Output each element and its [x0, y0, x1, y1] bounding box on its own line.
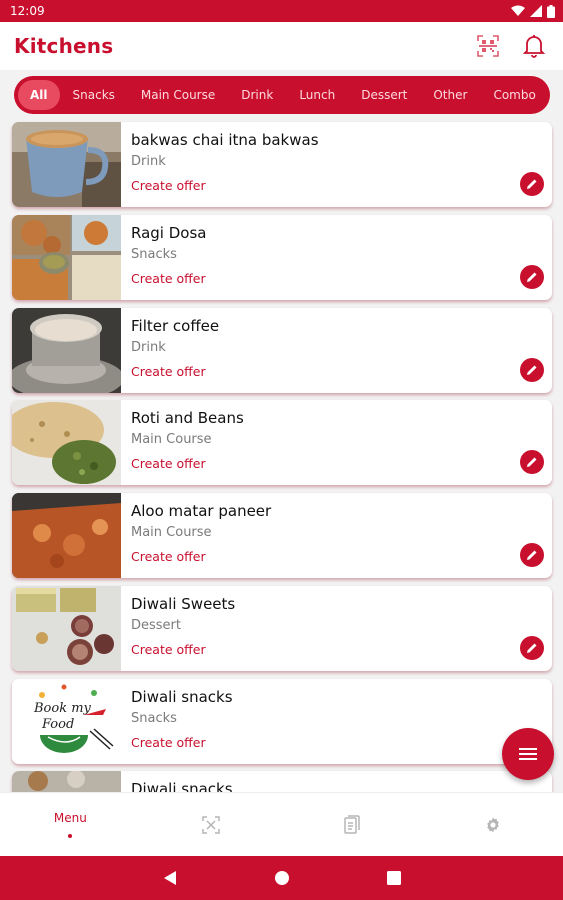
food-image — [12, 308, 121, 393]
item-category: Main Course — [131, 525, 212, 540]
recents-icon — [386, 871, 401, 885]
item-name: Diwali Sweets — [131, 595, 236, 613]
nav-item-settings[interactable] — [422, 793, 563, 856]
pencil-icon — [527, 179, 537, 189]
create-offer-link[interactable]: Create offer — [131, 456, 206, 471]
menu-item-card[interactable]: Filter coffee Drink Create offer — [12, 308, 552, 393]
qr-scan-button[interactable] — [473, 31, 503, 61]
menu-item-card[interactable]: Aloo matar paneer Main Course Create off… — [12, 493, 552, 578]
status-bar: 12:09 — [0, 0, 563, 22]
pencil-icon — [527, 457, 537, 467]
svg-text:Food: Food — [41, 717, 74, 732]
item-name: Filter coffee — [131, 317, 220, 335]
category-chip-dessert[interactable]: Dessert — [348, 80, 420, 110]
food-image — [12, 215, 121, 300]
back-icon — [163, 871, 176, 885]
item-name: Diwali snacks — [131, 688, 233, 706]
svg-text:Book my: Book my — [33, 701, 92, 716]
create-offer-link[interactable]: Create offer — [131, 271, 206, 286]
home-button[interactable] — [270, 866, 294, 890]
category-chip-snacks[interactable]: Snacks — [60, 80, 128, 110]
recents-button[interactable] — [382, 866, 406, 890]
edit-item-button[interactable] — [520, 358, 544, 382]
nav-item-scan[interactable] — [141, 793, 282, 856]
edit-item-button[interactable] — [520, 543, 544, 567]
page-title: Kitchens — [14, 34, 114, 58]
item-name: bakwas chai itna bakwas — [131, 131, 319, 149]
edit-item-button[interactable] — [520, 450, 544, 474]
book-my-food-logo: Book my Food — [12, 679, 121, 764]
bell-icon — [522, 35, 546, 58]
status-icons — [511, 4, 555, 18]
signal-icon — [530, 5, 542, 17]
item-name: Ragi Dosa — [131, 224, 207, 242]
bottom-navigation: Menu — [0, 792, 563, 856]
battery-icon — [547, 4, 555, 18]
item-name: Aloo matar paneer — [131, 502, 272, 520]
food-image: Book my Food — [12, 679, 121, 764]
menu-item-card[interactable]: Diwali snacks — [12, 771, 552, 792]
item-category: Main Course — [131, 432, 212, 447]
category-chip-drink[interactable]: Drink — [228, 80, 286, 110]
menu-item-card[interactable]: Roti and Beans Main Course Create offer — [12, 400, 552, 485]
create-offer-link[interactable]: Create offer — [131, 735, 206, 750]
settings-icon — [486, 817, 499, 832]
food-image — [12, 493, 121, 578]
create-offer-link[interactable]: Create offer — [131, 642, 206, 657]
create-offer-link[interactable]: Create offer — [131, 364, 206, 379]
food-image — [12, 122, 121, 207]
category-chip-main-course[interactable]: Main Course — [128, 80, 228, 110]
pencil-icon — [527, 643, 537, 653]
item-name: Roti and Beans — [131, 409, 244, 427]
back-button[interactable] — [158, 866, 182, 890]
create-offer-link[interactable]: Create offer — [131, 549, 206, 564]
notifications-button[interactable] — [519, 31, 549, 61]
menu-item-card[interactable]: Diwali Sweets Dessert Create offer — [12, 586, 552, 671]
item-category: Snacks — [131, 247, 177, 262]
category-chip-lunch[interactable]: Lunch — [286, 80, 348, 110]
fab-menu-button[interactable] — [502, 728, 554, 780]
scan-icon — [202, 815, 220, 834]
food-image — [12, 400, 121, 485]
menu-item-card[interactable]: bakwas chai itna bakwas Drink Create off… — [12, 122, 552, 207]
category-chip-other[interactable]: Other — [420, 80, 480, 110]
system-navigation-bar — [0, 856, 563, 900]
category-filter-bar: All Snacks Main Course Drink Lunch Desse… — [14, 76, 550, 114]
qr-scan-icon — [477, 35, 499, 57]
wifi-icon — [511, 5, 525, 16]
pencil-icon — [527, 272, 537, 282]
food-image — [12, 586, 121, 671]
edit-item-button[interactable] — [520, 636, 544, 660]
pencil-icon — [527, 365, 537, 375]
hamburger-icon — [519, 748, 537, 760]
status-time: 12:09 — [10, 4, 45, 18]
item-category: Drink — [131, 340, 166, 355]
category-chip-combo[interactable]: Combo — [480, 80, 548, 110]
app-bar: Kitchens — [0, 22, 563, 70]
home-icon — [274, 871, 289, 885]
nav-item-menu[interactable]: Menu — [0, 793, 141, 856]
edit-item-button[interactable] — [520, 265, 544, 289]
food-image — [12, 771, 121, 792]
item-category: Snacks — [131, 711, 177, 726]
item-name: Diwali snacks — [131, 780, 233, 792]
edit-item-button[interactable] — [520, 172, 544, 196]
nav-label-menu: Menu — [53, 811, 87, 825]
pencil-icon — [527, 550, 537, 560]
menu-item-card[interactable]: Ragi Dosa Snacks Create offer — [12, 215, 552, 300]
category-chip-all[interactable]: All — [18, 80, 60, 110]
menu-item-list[interactable]: bakwas chai itna bakwas Drink Create off… — [0, 120, 563, 792]
active-indicator — [68, 834, 73, 838]
orders-icon — [344, 814, 360, 834]
item-category: Dessert — [131, 618, 181, 633]
menu-item-card[interactable]: Book my Food Diwali snacks Snacks Create… — [12, 679, 552, 764]
create-offer-link[interactable]: Create offer — [131, 178, 206, 193]
item-category: Drink — [131, 154, 166, 169]
nav-item-orders[interactable] — [282, 793, 423, 856]
